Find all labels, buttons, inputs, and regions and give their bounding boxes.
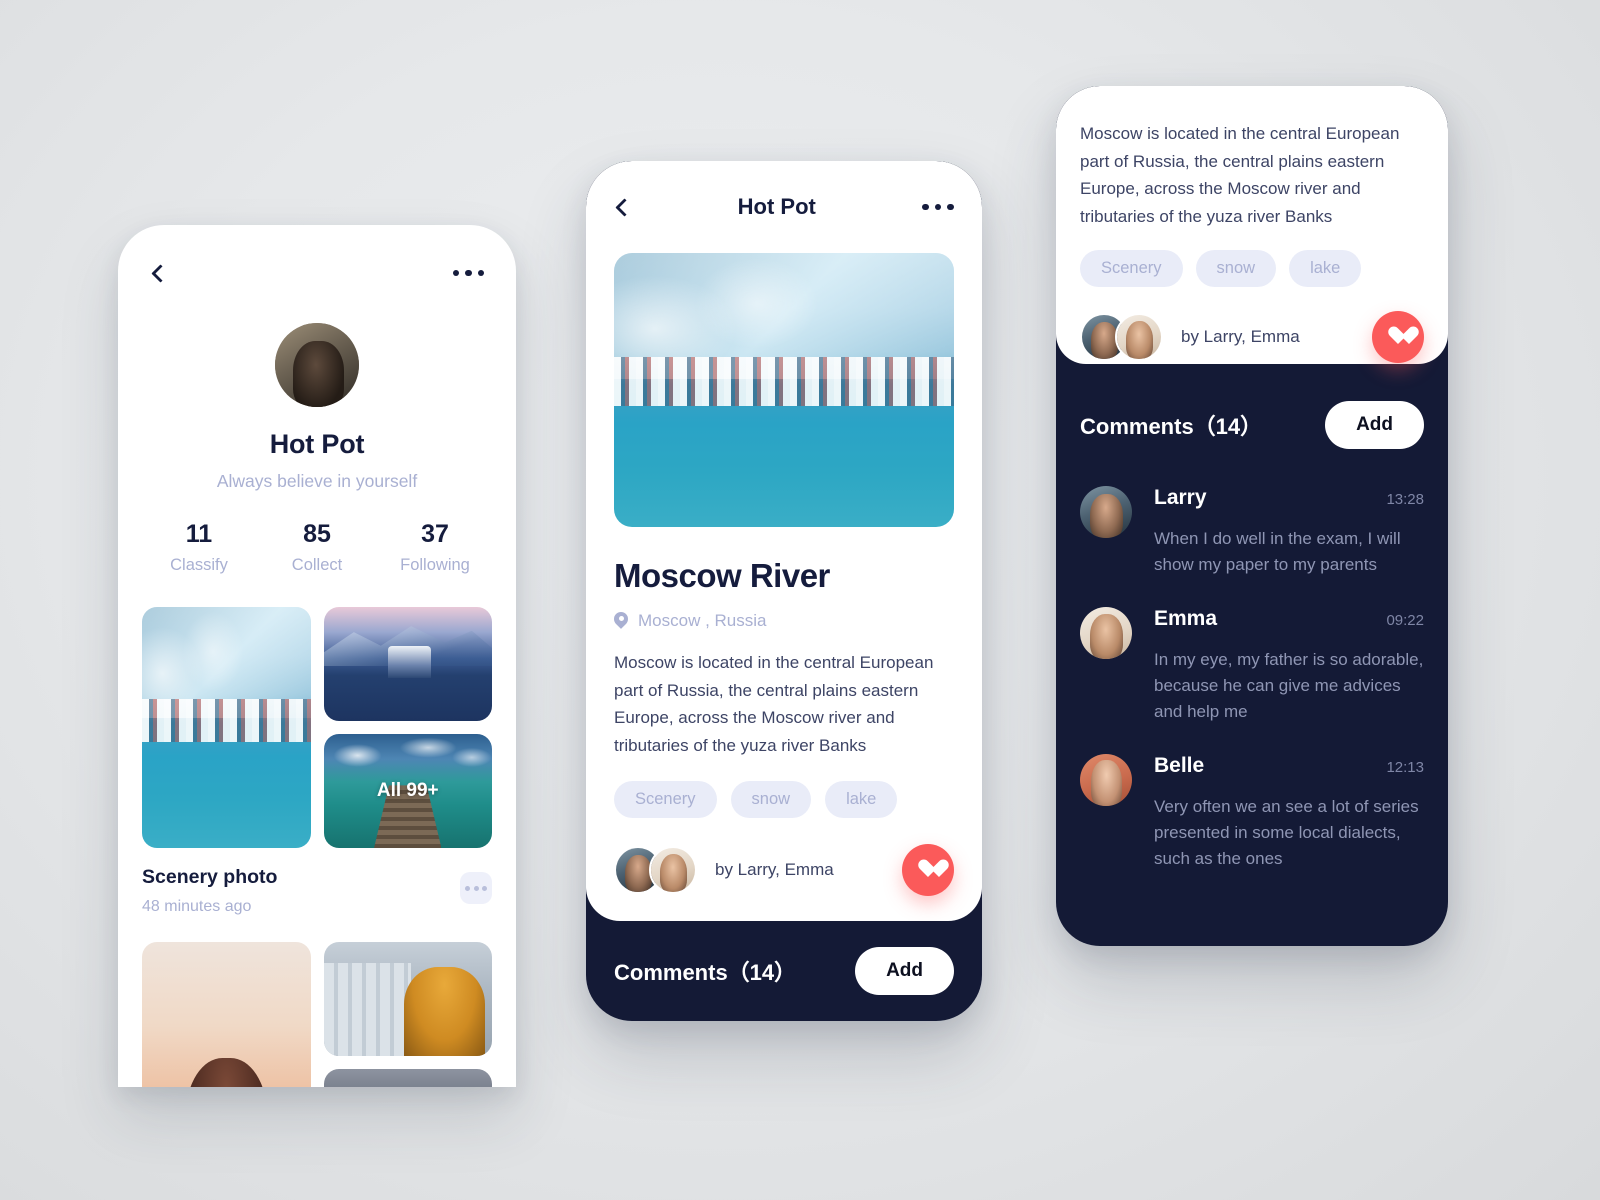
like-button[interactable] (1372, 311, 1424, 364)
stat-value: 85 (303, 520, 331, 548)
profile-topbar (118, 225, 516, 321)
add-comment-button[interactable]: Add (855, 947, 954, 995)
photo-image (142, 607, 311, 848)
tag-chip[interactable]: lake (825, 781, 898, 819)
add-comment-button[interactable]: Add (1325, 401, 1424, 449)
comments-panel: Comments（14） Add Larry 13:28 When I do w… (1056, 364, 1448, 946)
photo-thumbnail[interactable] (323, 942, 492, 1056)
avatar (1080, 486, 1132, 538)
tag-list: Scenery snow lake (614, 781, 954, 819)
tag-chip[interactable]: Scenery (614, 781, 717, 819)
photo-image (323, 607, 492, 721)
comment-time: 12:13 (1386, 758, 1424, 776)
tag-list: Scenery snow lake (1080, 250, 1424, 288)
chevron-left-icon[interactable] (151, 263, 170, 283)
comment-time: 13:28 (1386, 491, 1424, 508)
stat-label: Collect (291, 556, 343, 574)
author-avatars[interactable] (614, 846, 697, 895)
photo-group-scenery: All 99+ Scenery photo 48 minutes ago (118, 607, 516, 916)
comment-text: When I do well in the exam, I will show … (1154, 529, 1401, 575)
location-row: Moscow , Russia (614, 611, 954, 631)
comments-title: Comments（14） (614, 960, 797, 985)
stat-value: 11 (185, 520, 213, 548)
comment-author: Larry (1154, 486, 1207, 509)
profile-stats: 11 Classify 85 Collect 37 Following (118, 520, 516, 575)
photo-thumbnail[interactable] (323, 1069, 492, 1087)
ellipsis-icon[interactable] (460, 872, 492, 904)
comment-item[interactable]: Emma 09:22 In my eye, my father is so ad… (1080, 606, 1424, 726)
stat-value: 37 (421, 520, 449, 548)
byline-row: by Larry, Emma (1080, 311, 1424, 364)
photo-thumbnail[interactable] (142, 607, 311, 848)
hero-image[interactable] (614, 253, 954, 527)
stat-label: Classify (170, 556, 228, 574)
avatar[interactable] (275, 323, 359, 407)
detail-card: Hot Pot Moscow River Moscow , Russia Mos… (586, 161, 982, 921)
comments-title: Comments（14） (1080, 414, 1263, 439)
comment-author: Belle (1154, 753, 1205, 777)
byline-text: by Larry, Emma (1181, 327, 1300, 347)
comment-item[interactable]: Larry 13:28 When I do well in the exam, … (1080, 486, 1424, 579)
heart-icon (1387, 327, 1409, 347)
byline-text: by Larry, Emma (715, 860, 834, 880)
photo-grid (142, 942, 492, 1087)
avatar (1080, 753, 1132, 806)
description: Moscow is located in the central Europea… (614, 653, 934, 755)
like-button[interactable] (902, 844, 954, 897)
photo-group-footer: Scenery photo 48 minutes ago (142, 866, 492, 916)
author-avatars[interactable] (1080, 313, 1163, 362)
avatar (1080, 606, 1132, 659)
photo-image (323, 942, 492, 1056)
avatar (649, 846, 697, 895)
page-title: Hot Pot (737, 194, 816, 219)
chevron-left-icon[interactable] (615, 197, 634, 217)
location-pin-icon (614, 612, 628, 630)
hero-photo (614, 253, 954, 527)
comment-text: Very often we an see a lot of series pre… (1154, 796, 1419, 869)
byline-row: by Larry, Emma (614, 844, 954, 897)
comments-screen: Moscow is located in the central Europea… (1056, 86, 1448, 946)
comments-bar: Comments（14） Add (586, 921, 982, 1021)
tag-chip[interactable]: lake (1289, 250, 1362, 288)
photo-grid: All 99+ (142, 607, 492, 848)
photo-thumbnail[interactable] (323, 607, 492, 721)
profile-screen: Hot Pot Always believe in yourself 11 Cl… (118, 225, 516, 1087)
photo-image (142, 942, 311, 1087)
place-title: Moscow River (614, 557, 830, 594)
stat-following[interactable]: 37 Following (376, 520, 494, 575)
avatar-image (275, 323, 359, 407)
tag-chip[interactable]: Scenery (1080, 250, 1183, 288)
comment-time: 09:22 (1386, 611, 1424, 629)
comment-author: Emma (1154, 606, 1218, 630)
location-text: Moscow , Russia (638, 611, 767, 630)
stat-label: Following (400, 556, 470, 574)
detail-topbar: Hot Pot (614, 161, 954, 253)
profile-tagline: Always believe in yourself (216, 471, 418, 491)
photo-group-portraits (118, 942, 516, 1087)
comments-header: Comments（14） Add (1080, 364, 1424, 486)
photo-thumbnail-all[interactable]: All 99+ (323, 734, 492, 848)
heart-icon (917, 860, 939, 880)
avatar (1115, 313, 1163, 362)
description: Moscow is located in the central Europea… (1080, 124, 1400, 226)
summary-card: Moscow is located in the central Europea… (1056, 86, 1448, 364)
page-title: Hot Pot (269, 429, 365, 459)
ellipsis-icon[interactable] (452, 269, 484, 277)
stat-classify[interactable]: 11 Classify (140, 520, 258, 575)
detail-screen: Hot Pot Moscow River Moscow , Russia Mos… (586, 161, 982, 1021)
all-count-label: All 99+ (376, 780, 439, 801)
photo-thumbnail[interactable] (142, 942, 311, 1087)
photo-group-title: Scenery photo (142, 866, 278, 888)
comment-text: In my eye, my father is so adorable, bec… (1154, 649, 1424, 722)
stat-collect[interactable]: 85 Collect (258, 520, 376, 575)
tag-chip[interactable]: snow (730, 781, 812, 819)
comment-item[interactable]: Belle 12:13 Very often we an see a lot o… (1080, 753, 1424, 873)
photo-group-time: 48 minutes ago (142, 898, 252, 915)
photo-image (323, 1069, 492, 1087)
ellipsis-icon[interactable] (922, 203, 954, 211)
tag-chip[interactable]: snow (1195, 250, 1277, 288)
